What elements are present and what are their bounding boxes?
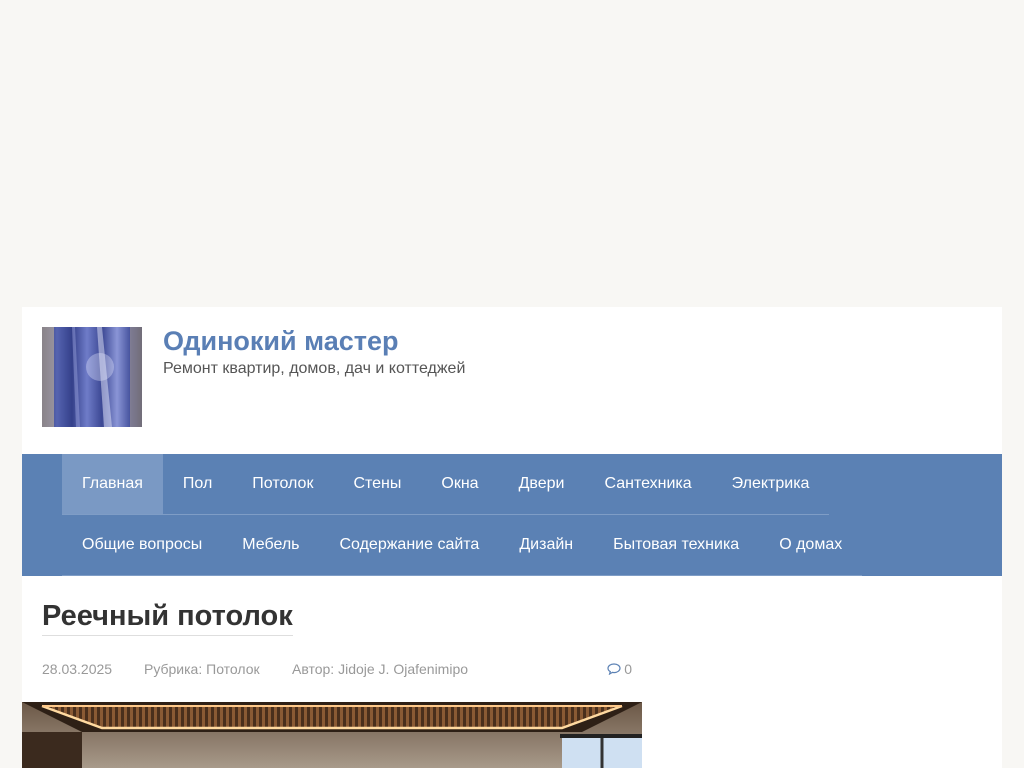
post-title: Реечный потолок (42, 597, 293, 636)
site-header: Одинокий мастер Ремонт квартир, домов, д… (22, 307, 1002, 454)
nav-row-1: Главная Пол Потолок Стены Окна Двери Сан… (62, 454, 830, 515)
nav-item-windows[interactable]: Окна (421, 454, 498, 514)
nav-row-2: Общие вопросы Мебель Содержание сайта Ди… (62, 515, 863, 576)
post-author: Автор: Jidoje J. Ojafenimipo (292, 661, 468, 677)
post-category-prefix: Рубрика: (144, 661, 203, 677)
post-comments-count: 0 (624, 661, 632, 677)
post-featured-image[interactable] (22, 702, 642, 768)
nav-item-electrics[interactable]: Электрика (712, 454, 830, 514)
nav-item-furniture[interactable]: Мебель (222, 515, 319, 575)
post-category-link[interactable]: Потолок (206, 661, 260, 677)
post-author-name: Jidoje J. Ojafenimipo (338, 661, 469, 677)
comment-icon (607, 663, 621, 675)
nav-item-plumbing[interactable]: Сантехника (584, 454, 711, 514)
site-description: Ремонт квартир, домов, дач и коттеджей (163, 360, 466, 377)
post-author-prefix: Автор: (292, 661, 335, 677)
ad-space (0, 0, 1024, 307)
site-title[interactable]: Одинокий мастер (163, 326, 398, 357)
nav-item-design[interactable]: Дизайн (499, 515, 593, 575)
nav-item-doors[interactable]: Двери (499, 454, 585, 514)
nav-item-site-contents[interactable]: Содержание сайта (319, 515, 499, 575)
post-category: Рубрика: Потолок (144, 661, 260, 677)
nav-item-about-houses[interactable]: О домах (759, 515, 862, 575)
curtain-logo-image (42, 327, 142, 427)
nav-item-appliances[interactable]: Бытовая техника (593, 515, 759, 575)
site-logo[interactable] (42, 327, 142, 427)
site-container: Одинокий мастер Ремонт квартир, домов, д… (22, 307, 1002, 768)
slatted-ceiling-image (22, 702, 642, 768)
nav-item-ceiling[interactable]: Потолок (232, 454, 333, 514)
post-date: 28.03.2025 (42, 661, 113, 677)
main-navigation: Главная Пол Потолок Стены Окна Двери Сан… (22, 454, 1002, 576)
nav-item-general-questions[interactable]: Общие вопросы (62, 515, 222, 575)
nav-item-home[interactable]: Главная (62, 454, 163, 514)
nav-item-floor[interactable]: Пол (163, 454, 232, 514)
post-meta: 28.03.2025 Рубрика: Потолок Автор: Jidoj… (42, 661, 632, 681)
post-comments-link[interactable]: 0 (607, 661, 632, 677)
nav-item-walls[interactable]: Стены (333, 454, 421, 514)
post-article: Реечный потолок 28.03.2025 Рубрика: Пото… (42, 597, 642, 677)
